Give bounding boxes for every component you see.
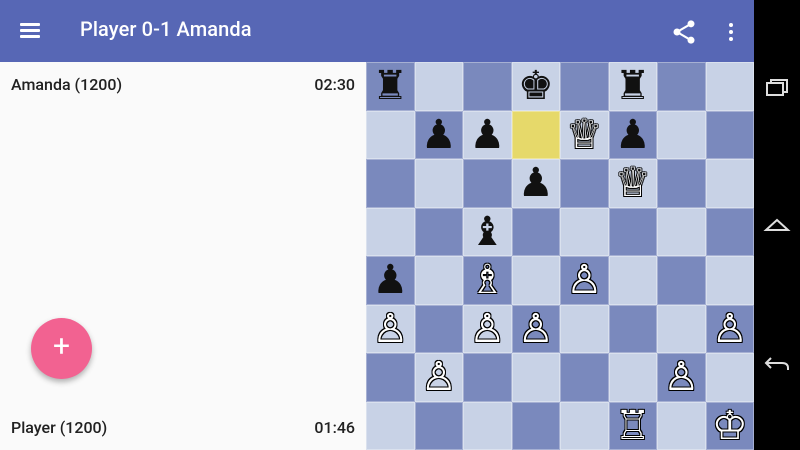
square-b4[interactable] [414,256,463,305]
square-b6[interactable] [414,159,463,208]
square-d2[interactable] [511,353,560,402]
square-d7[interactable] [511,110,560,159]
white-pawn-icon[interactable]: ♙ [366,305,415,354]
white-rook-icon[interactable]: ♖ [609,402,658,450]
square-d1[interactable] [511,401,560,450]
square-g5[interactable] [657,207,706,256]
square-b1[interactable] [414,401,463,450]
back-icon[interactable] [762,348,792,378]
square-h2[interactable] [705,353,754,402]
square-c1[interactable] [463,401,512,450]
add-icon[interactable]: + [31,318,92,379]
square-b5[interactable] [414,207,463,256]
black-pawn-icon[interactable]: ♟ [415,111,464,160]
white-queen-icon[interactable]: ♕ [609,159,658,208]
square-e3[interactable] [560,304,609,353]
square-a6[interactable] [366,159,415,208]
share-icon[interactable] [670,18,698,46]
opponent-clock: 02:30 [314,75,355,94]
black-rook-icon[interactable]: ♜ [366,62,415,111]
square-h7[interactable] [705,110,754,159]
player-name: Player (1200) [11,418,108,437]
page-title: Player 0-1 Amanda [80,17,252,41]
system-nav-bar [754,0,800,450]
square-f3[interactable] [608,304,657,353]
app-bar: Player 0-1 Amanda [0,0,754,62]
square-c2[interactable] [463,353,512,402]
black-rook-icon[interactable]: ♜ [609,62,658,111]
white-king-icon[interactable]: ♔ [706,402,755,450]
square-g1[interactable] [657,401,706,450]
black-pawn-icon[interactable]: ♟ [609,111,658,160]
square-d5[interactable] [511,207,560,256]
square-g7[interactable] [657,110,706,159]
square-f2[interactable] [608,353,657,402]
recents-icon[interactable] [762,72,792,102]
square-f4[interactable] [608,256,657,305]
square-e2[interactable] [560,353,609,402]
home-icon[interactable] [762,210,792,240]
square-a1[interactable] [366,401,415,450]
black-pawn-icon[interactable]: ♟ [366,256,415,305]
more-vert-icon[interactable] [720,18,740,46]
white-queen-icon[interactable]: ♕ [560,111,609,160]
square-h4[interactable] [705,256,754,305]
hamburger-menu-icon[interactable] [17,18,43,44]
white-pawn-icon[interactable]: ♙ [706,305,755,354]
chess-board[interactable]: ♜ ♚ ♜ ♟ ♟ ♕ ♟ ♟ ♕ ♝ ♟ ♗ ♙ ♙ ♙ ♙ ♙ ♙ ♙ ♖ ♔ [366,62,754,450]
square-e8[interactable] [560,62,609,111]
square-g3[interactable] [657,304,706,353]
square-b3[interactable] [414,304,463,353]
black-pawn-icon[interactable]: ♟ [463,111,512,160]
square-h5[interactable] [705,207,754,256]
square-e1[interactable] [560,401,609,450]
white-bishop-icon[interactable]: ♗ [463,256,512,305]
square-c6[interactable] [463,159,512,208]
white-pawn-icon[interactable]: ♙ [560,256,609,305]
square-a2[interactable] [366,353,415,402]
square-e6[interactable] [560,159,609,208]
black-king-icon[interactable]: ♚ [512,62,561,111]
square-g4[interactable] [657,256,706,305]
player-clock: 01:46 [314,418,355,437]
square-g6[interactable] [657,159,706,208]
square-a5[interactable] [366,207,415,256]
square-c8[interactable] [463,62,512,111]
white-pawn-icon[interactable]: ♙ [463,305,512,354]
square-h8[interactable] [705,62,754,111]
square-d4[interactable] [511,256,560,305]
white-pawn-icon[interactable]: ♙ [415,353,464,402]
black-pawn-icon[interactable]: ♟ [512,159,561,208]
square-b8[interactable] [414,62,463,111]
square-h6[interactable] [705,159,754,208]
opponent-name: Amanda (1200) [11,75,123,94]
square-g8[interactable] [657,62,706,111]
black-bishop-icon[interactable]: ♝ [463,208,512,257]
white-pawn-icon[interactable]: ♙ [512,305,561,354]
square-a7[interactable] [366,110,415,159]
white-pawn-icon[interactable]: ♙ [657,353,706,402]
square-f5[interactable] [608,207,657,256]
game-info-panel: Amanda (1200) 02:30 Player (1200) 01:46 [0,62,365,450]
square-e5[interactable] [560,207,609,256]
